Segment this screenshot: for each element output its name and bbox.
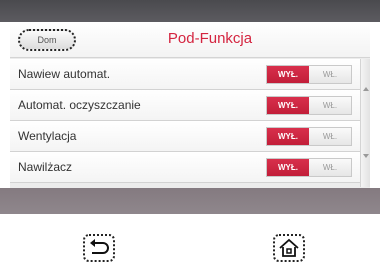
auto-cleaning-toggle[interactable]: WYŁ. WŁ. [266,96,352,115]
row-label: Nawilżacz [18,160,73,174]
home-icon [279,238,299,257]
list-item-auto-cleaning: Automat. oczyszczanie WYŁ. WŁ. [10,90,360,121]
home-button-label: Dom [37,35,57,45]
ventilation-toggle[interactable]: WYŁ. WŁ. [266,127,352,146]
row-label: Nawiew automat. [18,67,111,81]
scroll-down-icon[interactable] [363,154,369,158]
row-label: Automat. oczyszczanie [18,98,141,112]
toggle-on-option[interactable]: WŁ. [309,128,351,145]
home-button[interactable]: Dom [18,29,76,51]
bottom-bezel [0,188,380,214]
list-item-humidifier: Nawilżacz WYŁ. WŁ. [10,152,360,183]
auto-airflow-toggle[interactable]: WYŁ. WŁ. [266,65,352,84]
toggle-on-option[interactable]: WŁ. [309,159,351,176]
toggle-off-option[interactable]: WYŁ. [267,66,309,83]
toggle-on-option[interactable]: WŁ. [309,97,351,114]
header-bar: Dom Pod-Funkcja [10,22,370,58]
scrollbar[interactable] [360,59,370,187]
toggle-off-option[interactable]: WYŁ. [267,128,309,145]
scroll-up-icon[interactable] [363,87,369,91]
home-key[interactable] [273,234,305,262]
list-item-auto-airflow: Nawiew automat. WYŁ. WŁ. [10,59,360,90]
list-item-ventilation: Wentylacja WYŁ. WŁ. [10,121,360,152]
row-label: Wentylacja [18,129,77,143]
toggle-on-option[interactable]: WŁ. [309,66,351,83]
device-panel: Dom Pod-Funkcja Nawiew automat. WYŁ. WŁ.… [0,0,380,222]
humidifier-toggle[interactable]: WYŁ. WŁ. [266,158,352,177]
toggle-off-option[interactable]: WYŁ. [267,159,309,176]
back-key[interactable] [83,234,115,262]
back-arrow-icon [90,239,109,254]
top-bezel [0,0,380,22]
toggle-off-option[interactable]: WYŁ. [267,97,309,114]
settings-list: Nawiew automat. WYŁ. WŁ. Automat. oczysz… [10,59,360,183]
page-title: Pod-Funkcja [167,30,253,47]
